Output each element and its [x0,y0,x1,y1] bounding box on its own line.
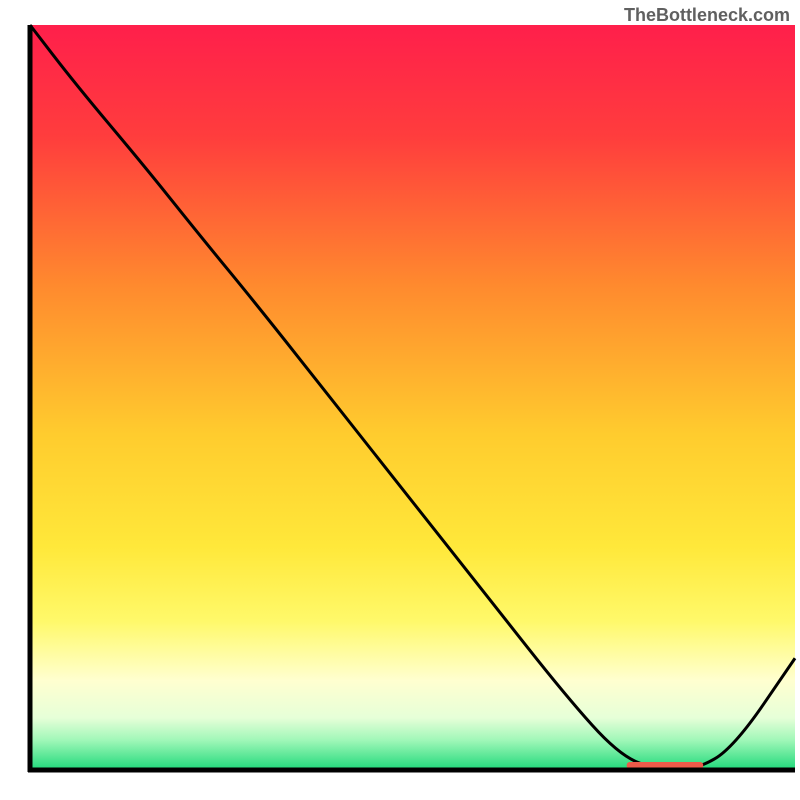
plot-background [30,25,795,770]
chart-plot [0,0,800,800]
watermark-text: TheBottleneck.com [624,5,790,26]
